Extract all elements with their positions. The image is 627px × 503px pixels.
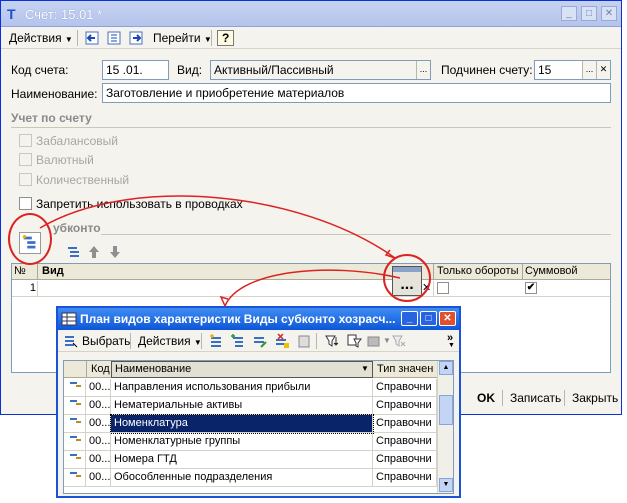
delete-icon[interactable]: [274, 333, 290, 349]
scroll-thumb[interactable]: [439, 395, 453, 425]
item-type: Справочни: [373, 379, 437, 397]
toolbar-separator: [201, 333, 202, 349]
item-icon: [64, 469, 86, 487]
sort-arrow-icon: ▼: [361, 364, 369, 373]
scroll-up-icon[interactable]: ▲: [439, 361, 453, 375]
list-item[interactable]: 00... Номенклатура Справочни: [64, 414, 437, 434]
popup-maximize-button[interactable]: □: [420, 311, 437, 326]
item-type: Справочни: [373, 397, 437, 415]
mark-delete-icon[interactable]: [296, 333, 312, 349]
item-name: Номера ГТД: [111, 451, 373, 469]
popup-table-header: Код Наименование ▼ Тип значен: [64, 361, 437, 378]
toolbar-separator: [130, 333, 131, 349]
add-icon[interactable]: [208, 333, 224, 349]
col-name: Наименование: [115, 363, 192, 375]
edit-icon[interactable]: [252, 333, 268, 349]
popup-toolbar: Выбрать Действия ▼ ▼ » ▼: [58, 330, 459, 352]
col-type: Тип значен: [377, 363, 434, 375]
item-icon: [64, 397, 86, 415]
list-item[interactable]: 00... Нематериальные активы Справочни: [64, 397, 437, 415]
item-icon: [64, 433, 86, 451]
item-icon: [64, 451, 86, 469]
popup-actions-menu[interactable]: Действия ▼: [134, 332, 206, 350]
filter-icon[interactable]: [324, 333, 340, 349]
list-item[interactable]: 00... Обособленные подразделения Справочни: [64, 469, 437, 487]
select-button[interactable]: Выбрать: [78, 332, 134, 350]
popup-minimize-button[interactable]: _: [401, 311, 418, 326]
list-item[interactable]: 00... Номера ГТД Справочни: [64, 451, 437, 469]
popup-actions-label: Действия: [138, 334, 191, 348]
table-icon: [61, 312, 77, 326]
item-code: 00...: [86, 415, 111, 433]
filter-value-icon[interactable]: [346, 333, 362, 349]
item-name: Номенклатура: [110, 414, 374, 434]
popup-scrollbar[interactable]: ▲ ▼: [437, 361, 453, 493]
list-item[interactable]: 00... Номенклатурные группы Справочни: [64, 433, 437, 451]
item-type: Справочни: [373, 433, 437, 451]
list-item[interactable]: 00... Направления использования прибыли Сп…: [64, 379, 437, 397]
col-code: Код: [91, 363, 110, 375]
item-name: Направления использования прибыли: [111, 379, 373, 397]
popup-table: Код Наименование ▼ Тип значен 00... Напра…: [63, 360, 454, 494]
scroll-down-icon[interactable]: ▼: [439, 478, 453, 492]
clear-filter-icon[interactable]: [391, 333, 407, 349]
item-name: Нематериальные активы: [111, 397, 373, 415]
item-code: 00...: [86, 469, 111, 487]
item-type: Справочни: [373, 415, 437, 433]
select-icon: [65, 336, 78, 348]
item-code: 00...: [86, 451, 111, 469]
toolbar-separator: [316, 333, 317, 349]
item-icon: [64, 379, 86, 397]
item-type: Справочни: [373, 469, 437, 487]
dropdown-arrow-icon: ▼: [448, 342, 455, 349]
item-code: 00...: [86, 379, 111, 397]
item-name: Номенклатурные группы: [111, 433, 373, 451]
col-name-sorted[interactable]: Наименование ▼: [111, 361, 373, 378]
item-code: 00...: [86, 397, 111, 415]
item-icon: [64, 415, 86, 433]
popup-title: План видов характеристик Виды субконто х…: [80, 312, 396, 326]
item-code: 00...: [86, 433, 111, 451]
subkonto-types-popup: План видов характеристик Виды субконто х…: [56, 306, 461, 498]
popup-titlebar[interactable]: План видов характеристик Виды субконто х…: [58, 308, 459, 330]
filter-history-icon[interactable]: [366, 333, 382, 349]
add-group-icon[interactable]: [230, 333, 246, 349]
item-name: Обособленные подразделения: [111, 469, 373, 487]
item-type: Справочни: [373, 451, 437, 469]
popup-close-button[interactable]: ✕: [439, 311, 456, 326]
dropdown-arrow-icon: ▼: [383, 336, 391, 345]
